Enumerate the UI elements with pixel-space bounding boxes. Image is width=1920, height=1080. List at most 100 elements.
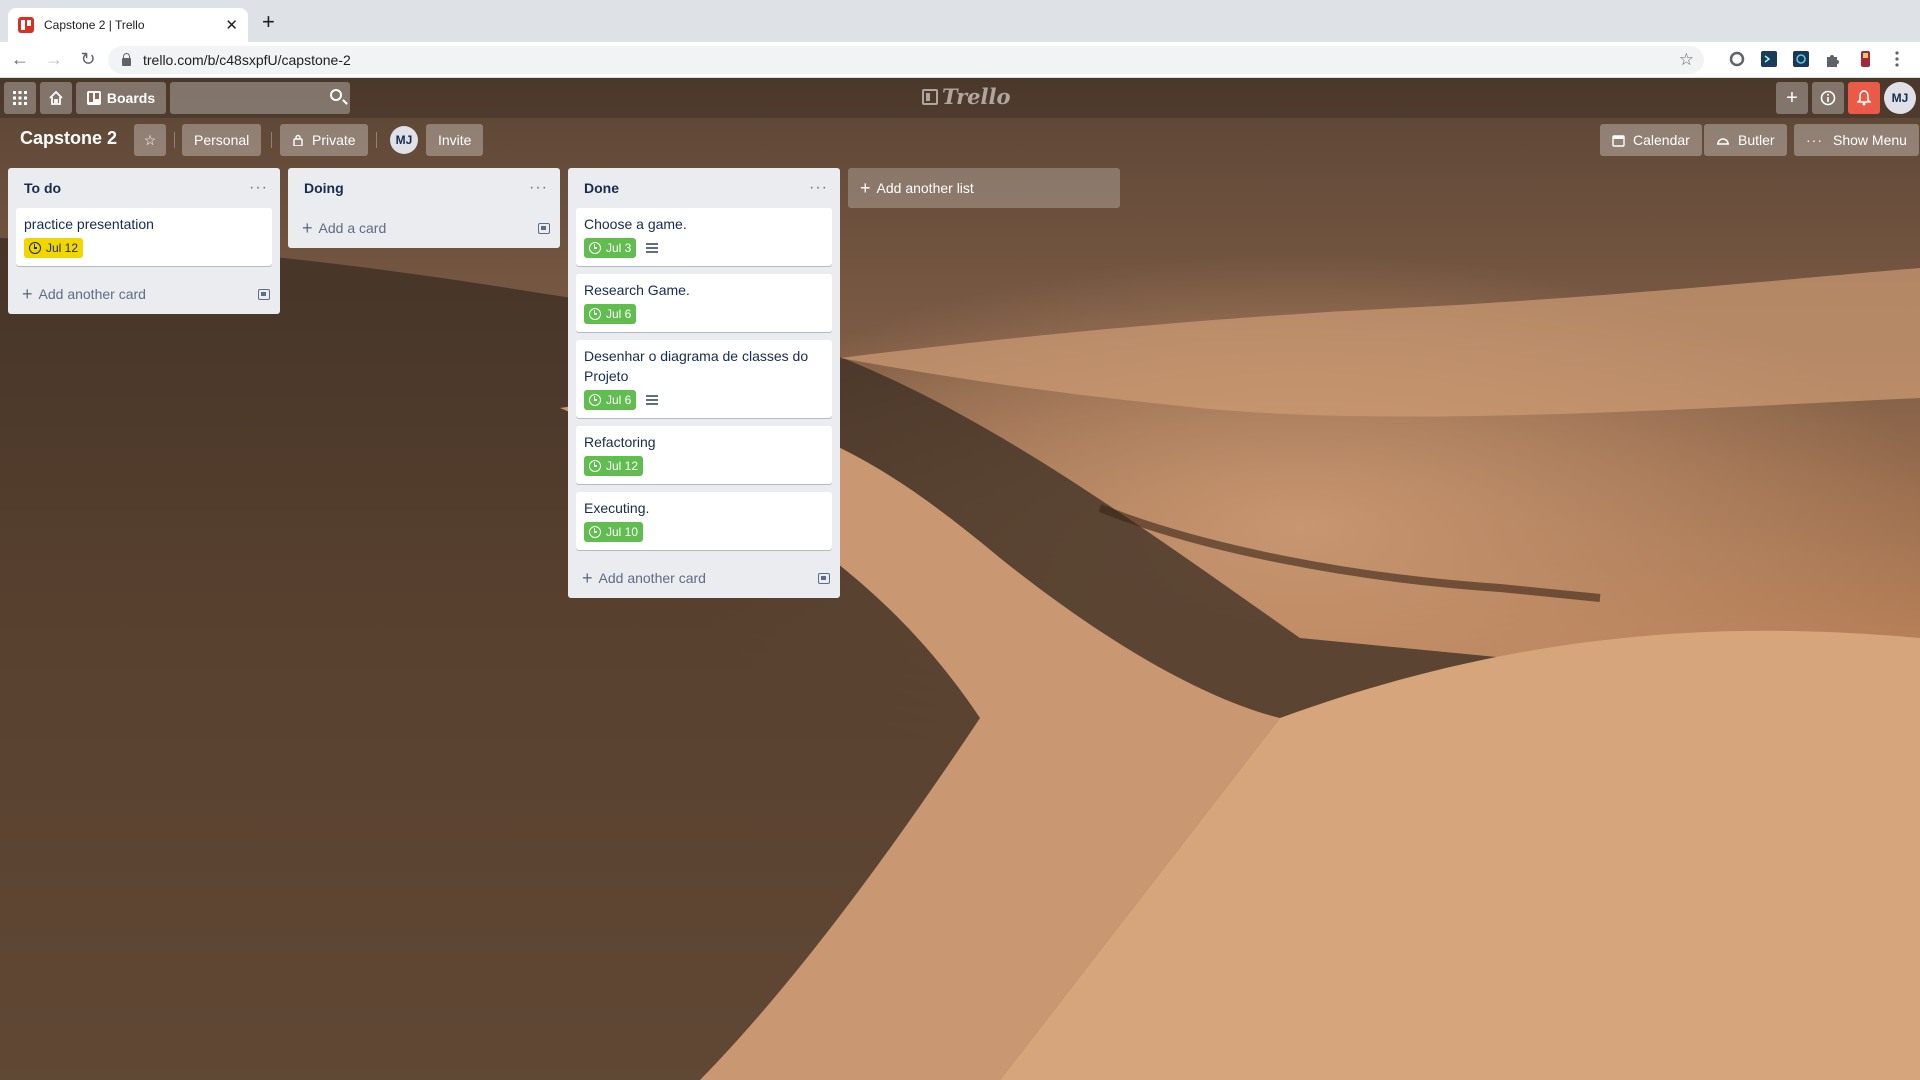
card-title: Refactoring bbox=[584, 434, 656, 450]
butler-button[interactable]: Butler bbox=[1704, 124, 1787, 156]
new-tab-icon[interactable]: + bbox=[262, 11, 275, 33]
show-menu-button[interactable]: ··· Show Menu bbox=[1794, 124, 1919, 156]
list-doing[interactable]: Doing ··· + Add a card bbox=[288, 168, 560, 248]
address-bar[interactable]: trello.com/b/c48sxpfU/capstone-2 ☆ bbox=[108, 46, 1704, 74]
plus-icon: + bbox=[302, 218, 313, 238]
plus-icon: + bbox=[582, 568, 593, 588]
ellipsis-icon: ··· bbox=[1806, 132, 1823, 148]
card-badges: Jul 10 bbox=[584, 518, 824, 546]
card[interactable]: practice presentation Jul 12 bbox=[16, 208, 272, 266]
board-title[interactable]: Capstone 2 bbox=[20, 128, 117, 149]
trello-header: Boards Trello + MJ bbox=[0, 78, 1920, 118]
tab-title: Capstone 2 | Trello bbox=[44, 18, 145, 32]
card-template-icon[interactable] bbox=[538, 222, 550, 234]
card-template-icon[interactable] bbox=[818, 572, 830, 584]
add-card-button[interactable]: + Add another card bbox=[568, 558, 840, 598]
browser-menu-icon[interactable] bbox=[1888, 50, 1906, 68]
plus-icon: + bbox=[22, 284, 33, 304]
trello-logo-icon bbox=[922, 88, 938, 105]
clock-icon bbox=[589, 308, 601, 320]
divider bbox=[271, 132, 272, 148]
plus-icon: + bbox=[860, 178, 871, 198]
divider bbox=[376, 132, 377, 148]
card-badges: Jul 6 bbox=[584, 386, 824, 414]
list-header: Done ··· bbox=[568, 168, 840, 208]
user-avatar[interactable]: MJ bbox=[1884, 82, 1916, 114]
show-menu-label: Show Menu bbox=[1833, 132, 1907, 148]
invite-button[interactable]: Invite bbox=[426, 124, 484, 156]
close-icon[interactable]: ✕ bbox=[225, 16, 238, 34]
home-icon[interactable] bbox=[40, 82, 72, 114]
list-menu-icon[interactable]: ··· bbox=[809, 179, 828, 197]
trello-favicon-icon bbox=[18, 17, 34, 33]
browser-tab[interactable]: Capstone 2 | Trello ✕ bbox=[8, 8, 248, 42]
browser-toolbar: ← → ↻ trello.com/b/c48sxpfU/capstone-2 ☆ bbox=[0, 42, 1920, 78]
due-date-badge[interactable]: Jul 6 bbox=[584, 390, 637, 410]
card-badges: Jul 6 bbox=[584, 300, 824, 328]
trello-logo[interactable]: Trello bbox=[922, 84, 1011, 109]
butler-label: Butler bbox=[1738, 132, 1775, 148]
profile-avatar-icon[interactable] bbox=[1856, 50, 1874, 68]
add-list-button[interactable]: + Add another list bbox=[848, 168, 1120, 208]
list-menu-icon[interactable]: ··· bbox=[529, 179, 548, 197]
calendar-button[interactable]: Calendar bbox=[1600, 124, 1702, 156]
calendar-icon bbox=[1612, 134, 1625, 147]
extensions-puzzle-icon[interactable] bbox=[1824, 50, 1842, 68]
list-to-do[interactable]: To do ··· practice presentation Jul 12 +… bbox=[8, 168, 280, 314]
due-date-badge[interactable]: Jul 6 bbox=[584, 304, 637, 324]
card[interactable]: Research Game. Jul 6 bbox=[576, 274, 832, 332]
search-icon bbox=[330, 89, 342, 101]
clock-icon bbox=[589, 526, 601, 538]
add-list-label: Add another list bbox=[876, 180, 974, 196]
create-plus-icon[interactable]: + bbox=[1776, 82, 1808, 114]
add-card-label: Add another card bbox=[38, 286, 146, 302]
card[interactable]: Desenhar o diagrama de classes do Projet… bbox=[576, 340, 832, 418]
add-card-button[interactable]: + Add a card bbox=[288, 208, 560, 248]
card-template-icon[interactable] bbox=[258, 288, 270, 300]
list-menu-icon[interactable]: ··· bbox=[249, 179, 268, 197]
card-title: Executing. bbox=[584, 500, 650, 516]
lock-icon bbox=[293, 134, 303, 146]
card-badges: Jul 3 bbox=[584, 234, 824, 262]
visibility-button[interactable]: Private bbox=[280, 124, 368, 156]
info-icon[interactable] bbox=[1812, 82, 1844, 114]
clock-icon bbox=[589, 460, 601, 472]
clock-icon bbox=[29, 242, 41, 254]
bookmark-star-icon[interactable]: ☆ bbox=[1679, 50, 1694, 70]
list-header: To do ··· bbox=[8, 168, 280, 208]
apps-grid-icon[interactable] bbox=[4, 82, 36, 114]
due-date-text: Jul 12 bbox=[46, 241, 79, 255]
card-title: Research Game. bbox=[584, 282, 690, 298]
boards-label: Boards bbox=[106, 90, 156, 106]
visibility-label: Private bbox=[312, 132, 356, 148]
list-title[interactable]: To do bbox=[24, 180, 249, 196]
due-date-badge[interactable]: Jul 12 bbox=[584, 456, 644, 476]
card[interactable]: Executing. Jul 10 bbox=[576, 492, 832, 550]
back-arrow-icon[interactable]: ← bbox=[6, 46, 34, 74]
due-date-badge[interactable]: Jul 12 bbox=[24, 238, 84, 258]
add-card-button[interactable]: + Add another card bbox=[8, 274, 280, 314]
card-title: Choose a game. bbox=[584, 216, 687, 232]
due-date-badge[interactable]: Jul 3 bbox=[584, 238, 637, 258]
member-avatar[interactable]: MJ bbox=[390, 126, 418, 154]
butler-icon bbox=[1717, 138, 1729, 145]
extension-circle-icon[interactable] bbox=[1728, 50, 1746, 68]
due-date-badge[interactable]: Jul 10 bbox=[584, 522, 644, 542]
forward-arrow-icon[interactable]: → bbox=[40, 46, 68, 74]
search-input[interactable] bbox=[170, 82, 350, 114]
list-title[interactable]: Doing bbox=[304, 180, 529, 196]
notifications-bell-icon[interactable] bbox=[1848, 82, 1880, 114]
boards-button[interactable]: Boards bbox=[76, 82, 166, 114]
list-title[interactable]: Done bbox=[584, 180, 809, 196]
workspace-button[interactable]: Personal bbox=[182, 124, 262, 156]
reload-icon[interactable]: ↻ bbox=[74, 46, 102, 74]
card[interactable]: Refactoring Jul 12 bbox=[576, 426, 832, 484]
due-date-text: Jul 12 bbox=[606, 459, 639, 473]
trello-logo-text: Trello bbox=[942, 84, 1011, 109]
card[interactable]: Choose a game. Jul 3 bbox=[576, 208, 832, 266]
list-done[interactable]: Done ··· Choose a game. Jul 3 Research G… bbox=[568, 168, 840, 598]
extension-terminal-icon[interactable] bbox=[1760, 50, 1778, 68]
card-title: Desenhar o diagrama de classes do Projet… bbox=[584, 348, 809, 384]
extension-grid-icon[interactable] bbox=[1792, 50, 1810, 68]
star-board-icon[interactable]: ☆ bbox=[134, 124, 166, 156]
